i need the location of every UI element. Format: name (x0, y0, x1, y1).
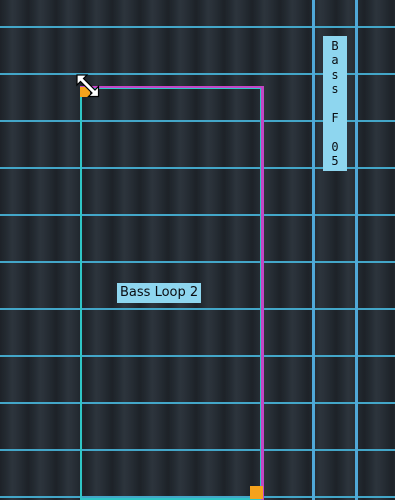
resize-diagonal-icon (76, 74, 100, 98)
label-char (323, 97, 347, 111)
label-char: s (331, 67, 339, 82)
label-char: 0 (331, 139, 339, 154)
label-char (323, 125, 347, 139)
clip-end-handle[interactable] (250, 486, 263, 499)
clip-name-label: Bass Loop 2 (117, 283, 202, 303)
label-char: a (331, 53, 339, 68)
label-char: 5 (331, 154, 339, 169)
label-char: s (331, 82, 339, 97)
vertical-clip-label: B a s s F 0 5 (323, 36, 347, 171)
arrangement-timeline[interactable]: Bass Loop 2 B a s s F 0 5 (0, 0, 395, 500)
label-char: B (331, 39, 339, 53)
label-char: F (331, 111, 339, 126)
